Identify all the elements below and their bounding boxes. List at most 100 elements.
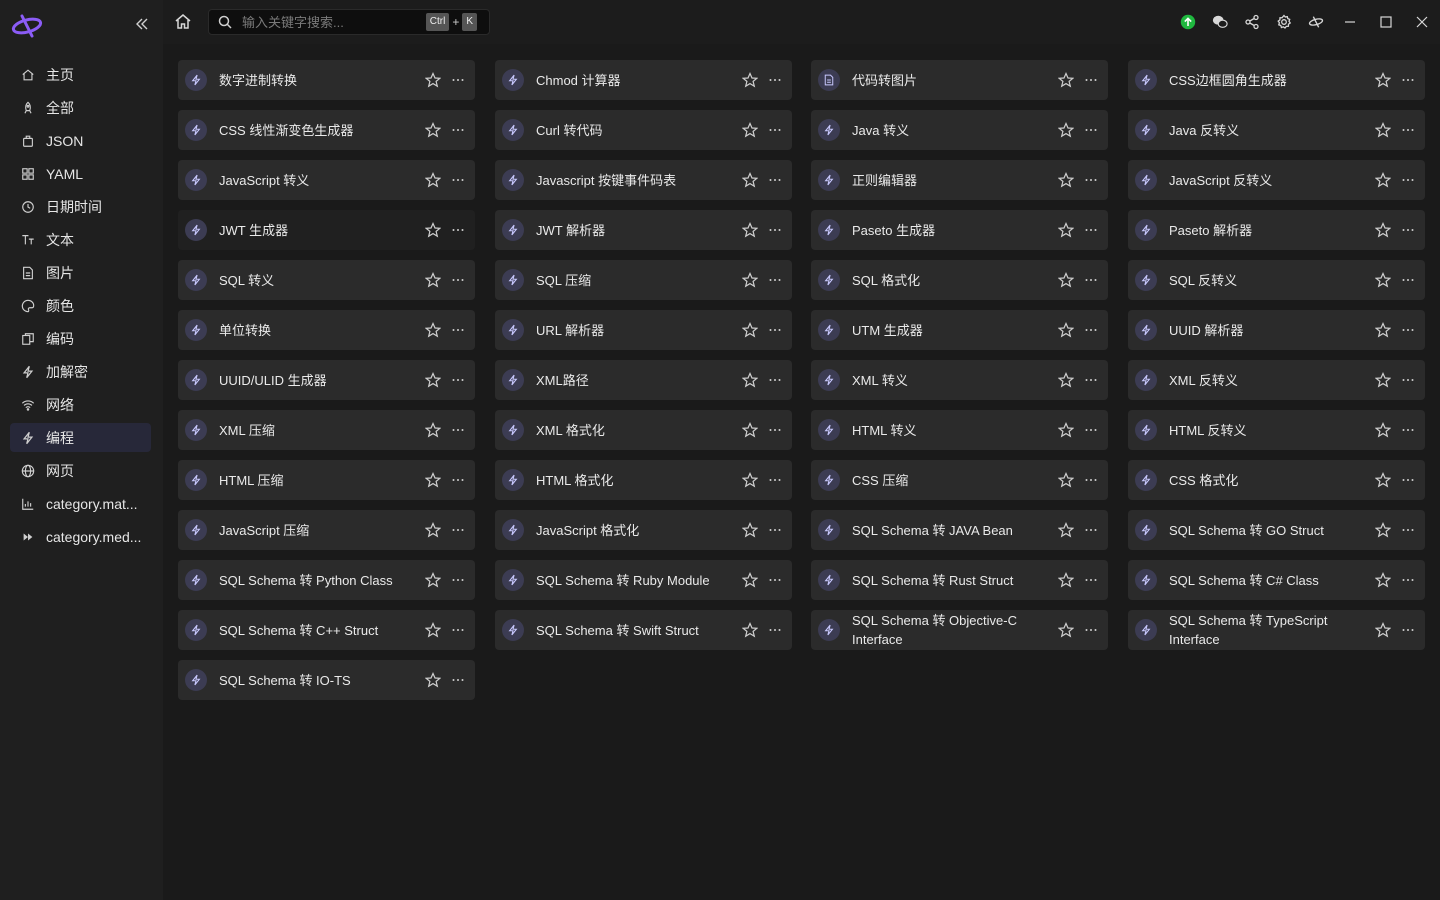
settings-button[interactable] bbox=[1268, 0, 1300, 44]
tool-card[interactable]: SQL Schema 转 JAVA Bean bbox=[811, 510, 1108, 550]
more-options-icon[interactable] bbox=[450, 372, 466, 388]
more-options-icon[interactable] bbox=[1400, 372, 1416, 388]
tool-card[interactable]: CSS 线性渐变色生成器 bbox=[178, 110, 475, 150]
close-button[interactable] bbox=[1404, 0, 1440, 44]
more-options-icon[interactable] bbox=[450, 472, 466, 488]
more-options-icon[interactable] bbox=[1083, 472, 1099, 488]
favorite-star-icon[interactable] bbox=[424, 522, 442, 538]
tool-card[interactable]: JavaScript 格式化 bbox=[495, 510, 792, 550]
favorite-star-icon[interactable] bbox=[1374, 172, 1392, 188]
search-input[interactable] bbox=[240, 13, 426, 31]
tool-card[interactable]: HTML 格式化 bbox=[495, 460, 792, 500]
tool-card[interactable]: SQL 反转义 bbox=[1128, 260, 1425, 300]
more-options-icon[interactable] bbox=[1400, 472, 1416, 488]
favorite-star-icon[interactable] bbox=[1057, 322, 1075, 338]
favorite-star-icon[interactable] bbox=[1057, 572, 1075, 588]
more-options-icon[interactable] bbox=[767, 322, 783, 338]
tool-card[interactable]: CSS 压缩 bbox=[811, 460, 1108, 500]
favorite-star-icon[interactable] bbox=[1057, 72, 1075, 88]
tool-card[interactable]: XML 转义 bbox=[811, 360, 1108, 400]
more-options-icon[interactable] bbox=[450, 522, 466, 538]
favorite-star-icon[interactable] bbox=[1057, 522, 1075, 538]
favorite-star-icon[interactable] bbox=[1374, 72, 1392, 88]
more-options-icon[interactable] bbox=[1400, 522, 1416, 538]
more-options-icon[interactable] bbox=[450, 322, 466, 338]
more-options-icon[interactable] bbox=[450, 672, 466, 688]
more-options-icon[interactable] bbox=[767, 422, 783, 438]
update-button[interactable] bbox=[1172, 0, 1204, 44]
tool-card[interactable]: Javascript 按键事件码表 bbox=[495, 160, 792, 200]
more-options-icon[interactable] bbox=[767, 522, 783, 538]
tool-card[interactable]: Java 反转义 bbox=[1128, 110, 1425, 150]
sidebar-item-8[interactable]: 编码 bbox=[10, 324, 151, 353]
sidebar-item-2[interactable]: JSON bbox=[10, 126, 151, 155]
more-options-icon[interactable] bbox=[450, 172, 466, 188]
tool-card[interactable]: UUID 解析器 bbox=[1128, 310, 1425, 350]
tool-card[interactable]: XML路径 bbox=[495, 360, 792, 400]
tool-card[interactable]: SQL 格式化 bbox=[811, 260, 1108, 300]
sidebar-item-9[interactable]: 加解密 bbox=[10, 357, 151, 386]
favorite-star-icon[interactable] bbox=[1374, 472, 1392, 488]
tool-card[interactable]: SQL Schema 转 GO Struct bbox=[1128, 510, 1425, 550]
more-options-icon[interactable] bbox=[1083, 122, 1099, 138]
favorite-star-icon[interactable] bbox=[424, 422, 442, 438]
favorite-star-icon[interactable] bbox=[741, 422, 759, 438]
favorite-star-icon[interactable] bbox=[424, 572, 442, 588]
tool-card[interactable]: SQL Schema 转 Rust Struct bbox=[811, 560, 1108, 600]
favorite-star-icon[interactable] bbox=[741, 622, 759, 638]
favorite-star-icon[interactable] bbox=[741, 522, 759, 538]
sidebar-item-7[interactable]: 颜色 bbox=[10, 291, 151, 320]
more-options-icon[interactable] bbox=[450, 222, 466, 238]
maximize-button[interactable] bbox=[1368, 0, 1404, 44]
more-options-icon[interactable] bbox=[450, 572, 466, 588]
more-options-icon[interactable] bbox=[1400, 622, 1416, 638]
more-options-icon[interactable] bbox=[1083, 322, 1099, 338]
tool-card[interactable]: SQL Schema 转 IO-TS bbox=[178, 660, 475, 700]
tool-card[interactable]: CSS 格式化 bbox=[1128, 460, 1425, 500]
sidebar-item-12[interactable]: 网页 bbox=[10, 456, 151, 485]
favorite-star-icon[interactable] bbox=[424, 222, 442, 238]
favorite-star-icon[interactable] bbox=[424, 122, 442, 138]
favorite-star-icon[interactable] bbox=[1374, 422, 1392, 438]
favorite-star-icon[interactable] bbox=[741, 322, 759, 338]
more-options-icon[interactable] bbox=[1083, 172, 1099, 188]
favorite-star-icon[interactable] bbox=[424, 622, 442, 638]
tool-card[interactable]: SQL Schema 转 TypeScript Interface bbox=[1128, 610, 1425, 650]
tool-card[interactable]: XML 压缩 bbox=[178, 410, 475, 450]
tool-card[interactable]: CSS边框圆角生成器 bbox=[1128, 60, 1425, 100]
favorite-star-icon[interactable] bbox=[741, 172, 759, 188]
tool-card[interactable]: Curl 转代码 bbox=[495, 110, 792, 150]
favorite-star-icon[interactable] bbox=[1374, 222, 1392, 238]
sidebar-item-6[interactable]: 图片 bbox=[10, 258, 151, 287]
more-options-icon[interactable] bbox=[1400, 222, 1416, 238]
favorite-star-icon[interactable] bbox=[1374, 322, 1392, 338]
share-button[interactable] bbox=[1236, 0, 1268, 44]
tool-card[interactable]: SQL 转义 bbox=[178, 260, 475, 300]
home-button[interactable] bbox=[173, 12, 193, 32]
more-options-icon[interactable] bbox=[1400, 122, 1416, 138]
tool-card[interactable]: 代码转图片 bbox=[811, 60, 1108, 100]
pin-window-button[interactable] bbox=[1300, 0, 1332, 44]
more-options-icon[interactable] bbox=[767, 572, 783, 588]
favorite-star-icon[interactable] bbox=[741, 372, 759, 388]
tool-card[interactable]: Paseto 解析器 bbox=[1128, 210, 1425, 250]
more-options-icon[interactable] bbox=[1400, 172, 1416, 188]
more-options-icon[interactable] bbox=[1400, 72, 1416, 88]
favorite-star-icon[interactable] bbox=[741, 572, 759, 588]
tool-card[interactable]: HTML 转义 bbox=[811, 410, 1108, 450]
tool-card[interactable]: SQL Schema 转 Ruby Module bbox=[495, 560, 792, 600]
sidebar-item-10[interactable]: 网络 bbox=[10, 390, 151, 419]
favorite-star-icon[interactable] bbox=[741, 122, 759, 138]
tool-card[interactable]: 数字进制转换 bbox=[178, 60, 475, 100]
tool-card[interactable]: HTML 压缩 bbox=[178, 460, 475, 500]
favorite-star-icon[interactable] bbox=[1057, 622, 1075, 638]
tool-card[interactable]: SQL 压缩 bbox=[495, 260, 792, 300]
tool-card[interactable]: Java 转义 bbox=[811, 110, 1108, 150]
minimize-button[interactable] bbox=[1332, 0, 1368, 44]
app-logo-icon[interactable] bbox=[10, 12, 44, 40]
more-options-icon[interactable] bbox=[1083, 522, 1099, 538]
more-options-icon[interactable] bbox=[1083, 72, 1099, 88]
tool-card[interactable]: Chmod 计算器 bbox=[495, 60, 792, 100]
sidebar-item-11[interactable]: 编程 bbox=[10, 423, 151, 452]
tool-card[interactable]: JavaScript 反转义 bbox=[1128, 160, 1425, 200]
